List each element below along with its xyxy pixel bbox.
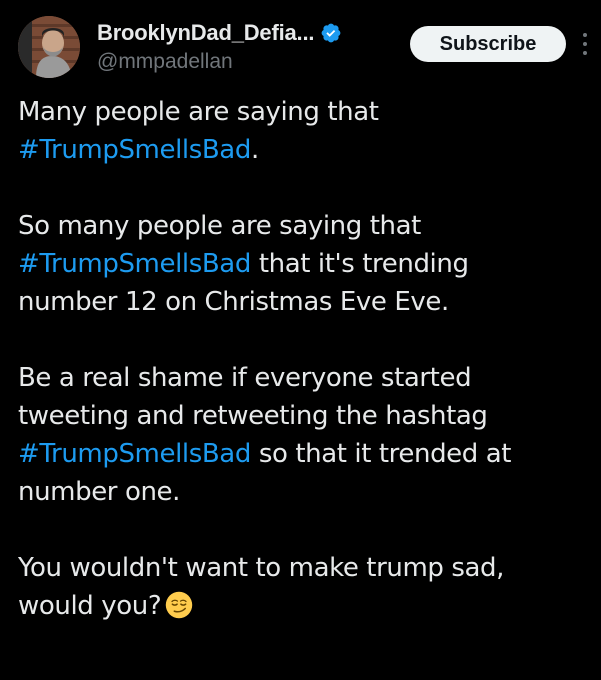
hashtag-link[interactable]: #TrumpSmellsBad [18, 135, 251, 165]
tweet-paragraph-3: Be a real shame if everyone started twee… [18, 359, 590, 511]
tweet-line: #TrumpSmellsBad that it's trending [18, 245, 590, 283]
smirking-face-emoji [165, 591, 193, 619]
tweet-line: You wouldn't want to make trump sad, [18, 553, 504, 583]
tweet-line: number one. [18, 477, 180, 507]
tweet-line: So many people are saying that [18, 211, 421, 241]
tweet-line: number 12 on Christmas Eve Eve. [18, 287, 449, 317]
tweet-line: tweeting and retweeting the hashtag [18, 401, 488, 431]
more-dot [583, 33, 587, 37]
user-handle[interactable]: @mmpadellan [97, 50, 417, 74]
tweet-paragraph-2: So many people are saying that #TrumpSme… [18, 207, 590, 321]
tweet-paragraph-1: Many people are saying that #TrumpSmells… [18, 93, 590, 169]
tweet: BrooklynDad_Defia... @mmpadellan Subscri… [0, 0, 601, 680]
verified-badge-icon [321, 23, 341, 43]
tweet-text: Many people are saying that #TrumpSmells… [18, 93, 590, 625]
tweet-line: #TrumpSmellsBad. [18, 131, 590, 169]
display-name-row: BrooklynDad_Defia... [97, 18, 417, 48]
more-dot [583, 42, 587, 46]
tweet-line: Be a real shame if everyone started [18, 363, 472, 393]
avatar-image [18, 16, 80, 78]
tweet-line: Many people are saying that [18, 97, 379, 127]
hashtag-link[interactable]: #TrumpSmellsBad [18, 439, 251, 469]
avatar[interactable] [18, 16, 80, 78]
tweet-line: #TrumpSmellsBad so that it trended at [18, 435, 590, 473]
tweet-text-fragment: would you? [18, 591, 162, 621]
tweet-text-fragment: that it's trending [250, 249, 469, 279]
tweet-line: would you? [18, 587, 590, 625]
tweet-paragraph-4: You wouldn't want to make trump sad, wou… [18, 549, 590, 625]
subscribe-button[interactable]: Subscribe [410, 26, 566, 62]
hashtag-link[interactable]: #TrumpSmellsBad [18, 249, 251, 279]
tweet-text-fragment: . [250, 135, 259, 165]
user-info: BrooklynDad_Defia... @mmpadellan [97, 18, 417, 74]
display-name[interactable]: BrooklynDad_Defia... [97, 20, 314, 46]
more-dot [583, 51, 587, 55]
tweet-text-fragment: so that it trended at [250, 439, 512, 469]
tweet-header: BrooklynDad_Defia... @mmpadellan Subscri… [18, 16, 588, 78]
more-options-icon[interactable] [578, 29, 592, 59]
